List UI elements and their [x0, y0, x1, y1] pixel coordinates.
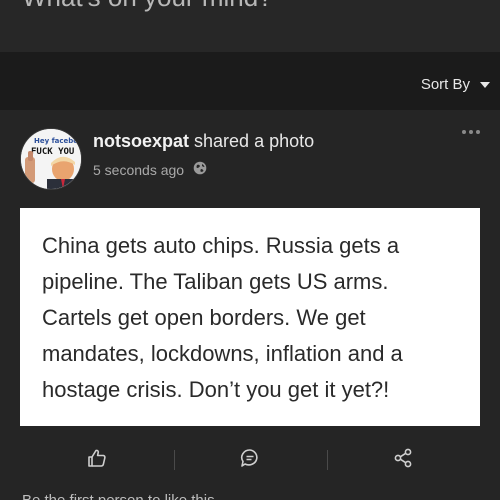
photo-text-line: hostage crisis. Don’t you get it yet?!: [42, 377, 390, 402]
post-composer[interactable]: What's on your mind?: [0, 0, 500, 52]
comment-button[interactable]: [234, 442, 266, 474]
photo-text-line: mandates, lockdowns, inflation and a: [42, 341, 403, 366]
author-name[interactable]: notsoexpat: [93, 131, 189, 151]
post-actions: [0, 430, 500, 488]
thumbs-up-icon: [88, 449, 106, 467]
post-header: notsoexpat shared a photo 5 seconds ago: [93, 131, 314, 178]
more-options-icon[interactable]: [462, 130, 480, 134]
feed-toolbar: Sort By: [0, 52, 500, 110]
share-button[interactable]: [387, 442, 419, 474]
like-button[interactable]: [81, 442, 113, 474]
action-divider: [174, 450, 175, 470]
feed-page: What's on your mind? Sort By Hey facebo …: [0, 0, 500, 500]
avatar[interactable]: Hey facebo FUCK YOU: [20, 128, 82, 190]
photo-text-line: pipeline. The Taliban gets US arms.: [42, 269, 389, 294]
post-timestamp[interactable]: 5 seconds ago: [93, 162, 184, 178]
post-meta: 5 seconds ago: [93, 161, 314, 178]
share-icon: [394, 448, 412, 468]
photo-text-line: China gets auto chips. Russia gets a: [42, 233, 400, 258]
post-action: shared a photo: [194, 131, 315, 151]
action-divider: [327, 450, 328, 470]
sort-by-button[interactable]: Sort By: [421, 76, 490, 93]
photo-text-line: Cartels get open borders. We get: [42, 305, 366, 330]
post-card: Hey facebo FUCK YOU notsoexpat shared a …: [0, 110, 500, 500]
composer-prompt[interactable]: What's on your mind?: [22, 0, 273, 13]
likes-summary: Be the first person to like this: [22, 492, 215, 500]
comment-icon: [240, 449, 258, 467]
post-photo[interactable]: China gets auto chips. Russia gets a pip…: [20, 208, 480, 426]
caret-down-icon: [480, 81, 490, 88]
avatar-text-line2: FUCK YOU: [31, 147, 74, 157]
avatar-text-line1: Hey facebo: [34, 137, 78, 145]
globe-icon[interactable]: [193, 161, 207, 178]
post-title: notsoexpat shared a photo: [93, 131, 314, 152]
sort-by-label: Sort By: [420, 76, 470, 93]
avatar-image: Hey facebo FUCK YOU: [21, 129, 81, 189]
photo-text: China gets auto chips. Russia gets a pip…: [42, 228, 472, 408]
